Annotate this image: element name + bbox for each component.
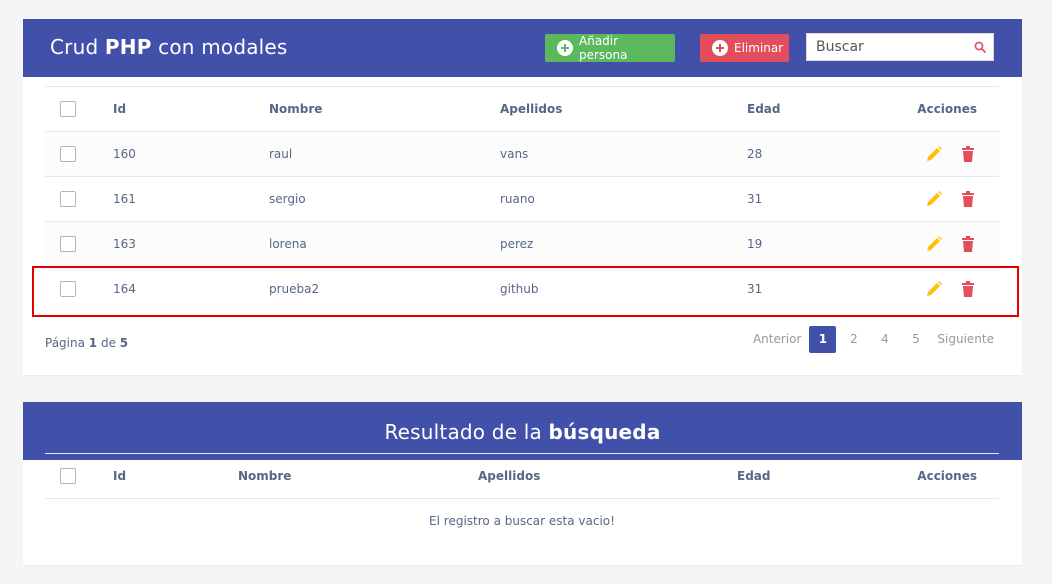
delete-button[interactable]: Eliminar (700, 34, 789, 62)
row-checkbox[interactable] (60, 281, 76, 298)
cell-nombre: lorena (269, 221, 500, 267)
cell-actions (880, 176, 999, 222)
cell-actions (880, 131, 999, 177)
cell-edad: 31 (747, 266, 880, 312)
cell-actions (880, 266, 999, 312)
results-title: Resultado de la búsqueda (23, 420, 1022, 444)
table-header-row: Id Nombre Apellidos Edad Acciones (45, 86, 999, 132)
page-info-sep: de (97, 336, 120, 350)
results-header: Resultado de la búsqueda (23, 402, 1022, 460)
pagination-page-2[interactable]: 2 (840, 326, 867, 353)
results-title-bold: búsqueda (548, 420, 661, 444)
pencil-icon[interactable] (925, 145, 943, 163)
title-text-end: con modales (151, 35, 288, 59)
cell-nombre: raul (269, 131, 500, 177)
cell-apellidos: vans (500, 131, 747, 177)
page-info-text: Página (45, 336, 89, 350)
pagination-page-5[interactable]: 5 (902, 326, 929, 353)
pencil-icon[interactable] (925, 280, 943, 298)
trash-icon[interactable] (959, 190, 977, 208)
cell-apellidos: github (500, 266, 747, 312)
table-row: 163 lorena perez 19 (45, 221, 999, 267)
select-all-checkbox[interactable] (60, 101, 76, 117)
cell-nombre: prueba2 (269, 266, 500, 312)
page-info-current: 1 (88, 336, 98, 350)
cell-id: 161 (113, 176, 269, 222)
page-info-total: 5 (119, 336, 129, 350)
add-person-button[interactable]: Añadir persona (545, 34, 675, 62)
trash-icon[interactable] (959, 235, 977, 253)
pagination: Anterior 1 2 4 5 Siguiente (745, 326, 998, 353)
delete-label: Eliminar (734, 41, 784, 55)
cell-edad: 19 (747, 221, 880, 267)
column-header-apellidos: Apellidos (500, 86, 747, 132)
crud-panel: Crud PHP con modales Añadir persona Elim… (23, 19, 1022, 375)
pagination-page-4[interactable]: 4 (871, 326, 898, 353)
title-bold: PHP (104, 35, 152, 59)
page-title: Crud PHP con modales (50, 35, 288, 59)
minus-circle-icon (712, 40, 728, 56)
panel-header: Crud PHP con modales Añadir persona Elim… (23, 19, 1022, 77)
search-results-panel: Resultado de la búsqueda Id Nombre Apell… (23, 402, 1022, 565)
results-table: Id Nombre Apellidos Edad Acciones El reg… (45, 453, 999, 544)
cell-actions (880, 221, 999, 267)
column-header-acciones: Acciones (880, 86, 999, 132)
search-input[interactable] (807, 34, 957, 60)
cell-edad: 31 (747, 176, 880, 222)
row-checkbox[interactable] (60, 146, 76, 162)
trash-icon[interactable] (959, 280, 977, 298)
cell-apellidos: perez (500, 221, 747, 267)
plus-circle-icon (557, 40, 573, 56)
table-row: 160 raul vans 28 (45, 131, 999, 177)
column-header-nombre: Nombre (269, 86, 500, 132)
column-header-id: Id (113, 86, 269, 132)
results-title-text: Resultado de la (384, 420, 549, 444)
pencil-icon[interactable] (925, 190, 943, 208)
results-column-nombre: Nombre (238, 453, 478, 499)
results-header-row: Id Nombre Apellidos Edad Acciones (45, 453, 999, 499)
results-select-all-checkbox[interactable] (60, 468, 76, 484)
column-header-edad: Edad (747, 86, 880, 132)
cell-apellidos: ruano (500, 176, 747, 222)
cell-edad: 28 (747, 131, 880, 177)
trash-icon[interactable] (959, 145, 977, 163)
pagination-page-1[interactable]: 1 (809, 326, 837, 353)
results-column-edad: Edad (737, 453, 867, 499)
table-row: 164 prueba2 github 31 (45, 266, 999, 312)
page-info: Página 1 de 5 (45, 336, 128, 350)
cell-nombre: sergio (269, 176, 500, 222)
add-person-label: Añadir persona (579, 34, 628, 62)
pencil-icon[interactable] (925, 235, 943, 253)
cell-id: 163 (113, 221, 269, 267)
search-icon[interactable] (974, 41, 986, 53)
results-column-acciones: Acciones (867, 453, 999, 499)
row-checkbox[interactable] (60, 236, 76, 252)
results-column-id: Id (113, 453, 238, 499)
select-all-cell (45, 86, 113, 132)
row-checkbox[interactable] (60, 191, 76, 207)
pagination-previous[interactable]: Anterior (749, 326, 805, 353)
results-empty-message: El registro a buscar esta vacio! (45, 498, 999, 544)
pagination-next[interactable]: Siguiente (933, 326, 998, 353)
people-table: Id Nombre Apellidos Edad Acciones 160 ra… (45, 86, 999, 312)
results-select-all-cell (45, 453, 113, 499)
title-text: Crud (50, 35, 105, 59)
results-column-apellidos: Apellidos (478, 453, 737, 499)
cell-id: 160 (113, 131, 269, 177)
cell-id: 164 (113, 266, 269, 312)
table-row: 161 sergio ruano 31 (45, 176, 999, 222)
results-empty-row: El registro a buscar esta vacio! (45, 498, 999, 544)
search-box (806, 33, 994, 61)
